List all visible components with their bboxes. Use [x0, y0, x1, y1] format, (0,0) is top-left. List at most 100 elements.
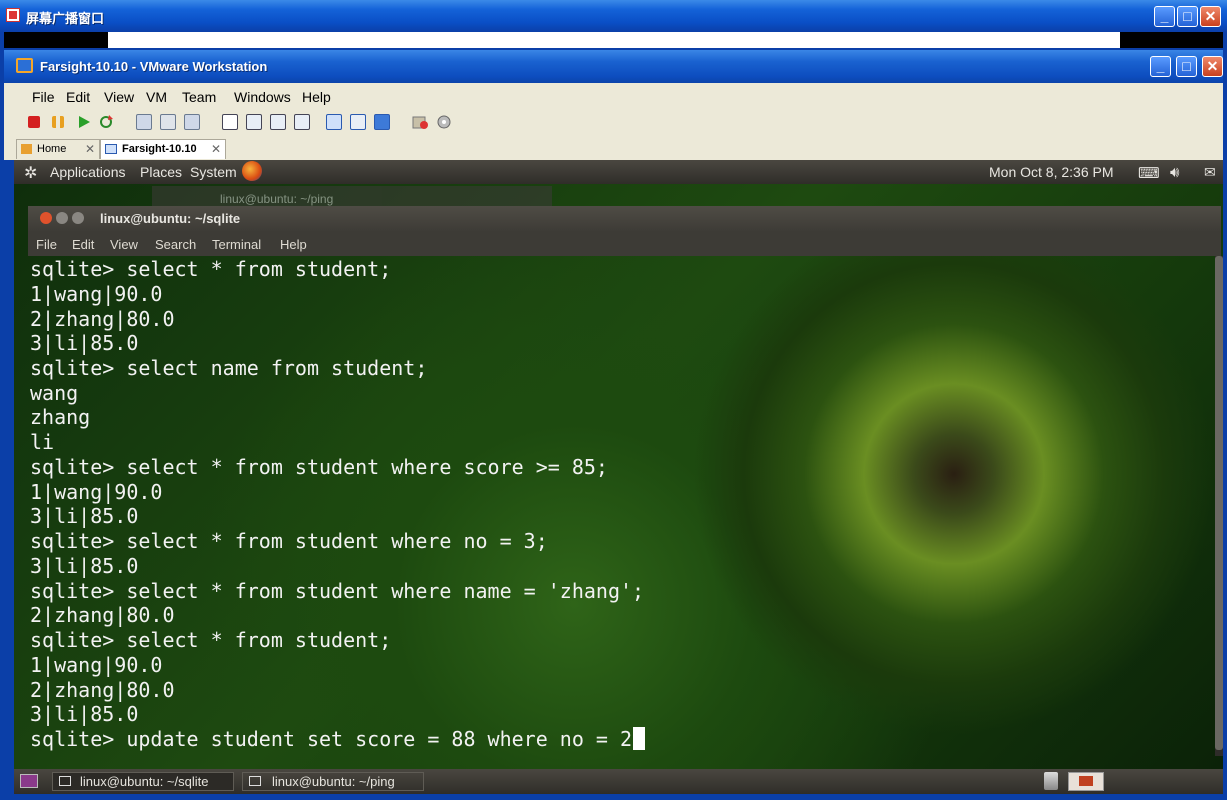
menu-windows[interactable]: Windows — [234, 89, 291, 105]
divider — [1120, 32, 1223, 48]
menu-view[interactable]: View — [104, 89, 134, 105]
terminal-line: 1|wang|90.0 — [30, 653, 163, 677]
terminal-line: 2|zhang|80.0 — [30, 603, 175, 627]
tab-home-label: Home — [37, 143, 67, 155]
taskbar-item-label: linux@ubuntu: ~/ping — [272, 774, 395, 789]
terminal-line: 3|li|85.0 — [30, 554, 139, 578]
terminal-line: sqlite> select name from student; — [30, 356, 428, 380]
close-tab-icon[interactable]: ✕ — [211, 140, 221, 159]
summary-view-icon[interactable] — [350, 114, 366, 130]
menu-edit[interactable]: Edit — [66, 89, 90, 105]
broadcast-app-icon — [6, 8, 20, 22]
outer-window-title: 屏幕广播窗口 — [26, 12, 105, 27]
snapshot-icon[interactable] — [136, 114, 152, 130]
tab-farsight[interactable]: Farsight-10.10 ✕ — [100, 139, 226, 159]
terminal-line: sqlite> select * from student where name… — [30, 579, 645, 603]
menu-system[interactable]: System — [190, 164, 237, 180]
terminal-line: li — [30, 430, 55, 454]
taskbar-item-sqlite[interactable]: linux@ubuntu: ~/sqlite — [52, 772, 234, 791]
ubuntu-bottom-panel: linux@ubuntu: ~/sqlite linux@ubuntu: ~/p… — [14, 769, 1223, 794]
minimize-icon[interactable] — [56, 212, 68, 224]
close-tab-icon[interactable]: ✕ — [85, 140, 95, 159]
terminal-line: 3|li|85.0 — [30, 504, 139, 528]
minimize-button[interactable]: _ — [1154, 6, 1175, 27]
terminal-menu-edit[interactable]: Edit — [72, 237, 94, 252]
taskbar-item-label: linux@ubuntu: ~/sqlite — [80, 774, 209, 789]
reset-icon[interactable] — [98, 114, 114, 130]
menu-help[interactable]: Help — [302, 89, 331, 105]
vmware-tab-strip: Home ✕ Farsight-10.10 ✕ — [4, 137, 1223, 160]
suspend-icon[interactable] — [52, 116, 64, 128]
console-view-icon[interactable] — [326, 114, 342, 130]
terminal-scrollbar-thumb[interactable] — [1215, 256, 1223, 750]
terminal-menu-help[interactable]: Help — [280, 237, 307, 252]
terminal-line: sqlite> select * from student where no =… — [30, 529, 548, 553]
mail-icon[interactable]: ✉ — [1204, 164, 1216, 181]
ubuntu-logo-icon: ✲ — [24, 165, 38, 182]
quick-switch-icon[interactable] — [246, 114, 262, 130]
tab-farsight-label: Farsight-10.10 — [122, 143, 197, 155]
terminal-menu-search[interactable]: Search — [155, 237, 196, 252]
workspace-switcher[interactable] — [1068, 772, 1104, 791]
firefox-icon[interactable] — [242, 161, 262, 181]
menu-team[interactable]: Team — [182, 89, 216, 105]
keyboard-icon[interactable]: ⌨ — [1138, 164, 1160, 182]
terminal-menubar: File Edit View Search Terminal Help — [28, 232, 1221, 256]
close-icon[interactable] — [40, 212, 52, 224]
menu-file[interactable]: File — [32, 89, 55, 105]
trash-icon[interactable] — [1044, 772, 1058, 790]
close-button[interactable]: ✕ — [1200, 6, 1221, 27]
snapshot-manager-icon[interactable] — [184, 114, 200, 130]
sidebar-icon[interactable] — [222, 114, 238, 130]
vm-icon — [105, 144, 117, 154]
volume-icon[interactable]: 🔊︎ — [1170, 164, 1179, 181]
terminal-menu-terminal[interactable]: Terminal — [212, 237, 261, 252]
divider — [4, 32, 108, 48]
unity-icon[interactable] — [294, 114, 310, 130]
fullscreen-icon[interactable] — [270, 114, 286, 130]
vmware-toolbar — [4, 109, 1223, 138]
vmware-icon — [16, 58, 33, 73]
replay-icon[interactable] — [436, 114, 452, 130]
outer-window-frame-bottom — [0, 794, 1227, 800]
clock[interactable]: Mon Oct 8, 2:36 PM — [989, 164, 1114, 180]
terminal-line: 1|wang|90.0 — [30, 282, 163, 306]
taskbar-item-ping[interactable]: linux@ubuntu: ~/ping — [242, 772, 424, 791]
menu-applications[interactable]: Applications — [50, 164, 126, 180]
background-window-titlebar[interactable]: linux@ubuntu: ~/ping — [152, 186, 552, 208]
maximize-icon[interactable] — [72, 212, 84, 224]
revert-snapshot-icon[interactable] — [160, 114, 176, 130]
terminal-line: zhang — [30, 405, 91, 429]
menu-places[interactable]: Places — [140, 164, 182, 180]
background-window-title: linux@ubuntu: ~/ping — [220, 192, 334, 206]
terminal-output[interactable]: sqlite> select * from student; 1|wang|90… — [28, 256, 1215, 756]
terminal-line: 3|li|85.0 — [30, 702, 139, 726]
vm-close-button[interactable]: ✕ — [1202, 56, 1223, 77]
tab-home[interactable]: Home ✕ — [16, 139, 100, 159]
thumbnail-view-icon[interactable] — [374, 114, 390, 130]
text-cursor — [633, 727, 646, 750]
vmware-menubar: File Edit View VM Team Windows Help — [4, 83, 1223, 110]
vm-maximize-button[interactable]: □ — [1176, 56, 1197, 77]
vm-minimize-button[interactable]: _ — [1150, 56, 1171, 77]
maximize-button[interactable]: □ — [1177, 6, 1198, 27]
terminal-icon — [59, 776, 71, 786]
menu-vm[interactable]: VM — [146, 89, 167, 105]
terminal-titlebar[interactable]: linux@ubuntu: ~/sqlite — [28, 206, 1221, 232]
terminal-prompt-line[interactable]: sqlite> update student set score = 88 wh… — [30, 727, 646, 751]
terminal-title: linux@ubuntu: ~/sqlite — [100, 211, 241, 226]
power-off-icon[interactable] — [28, 116, 40, 128]
outer-window-titlebar: 屏幕广播窗口 _ □ ✕ — [0, 0, 1227, 33]
terminal-current-command: sqlite> update student set score = 88 wh… — [30, 727, 633, 751]
power-on-icon[interactable] — [76, 114, 92, 130]
terminal-line: 3|li|85.0 — [30, 331, 139, 355]
terminal-menu-file[interactable]: File — [36, 237, 57, 252]
terminal-menu-view[interactable]: View — [110, 237, 138, 252]
workspace-window-icon — [1079, 776, 1093, 786]
terminal-icon — [249, 776, 261, 786]
terminal-line: 1|wang|90.0 — [30, 480, 163, 504]
vmware-window-title: Farsight-10.10 - VMware Workstation — [40, 59, 268, 74]
show-desktop-icon[interactable] — [20, 774, 38, 788]
terminal-line: sqlite> select * from student where scor… — [30, 455, 608, 479]
record-icon[interactable] — [412, 114, 428, 130]
